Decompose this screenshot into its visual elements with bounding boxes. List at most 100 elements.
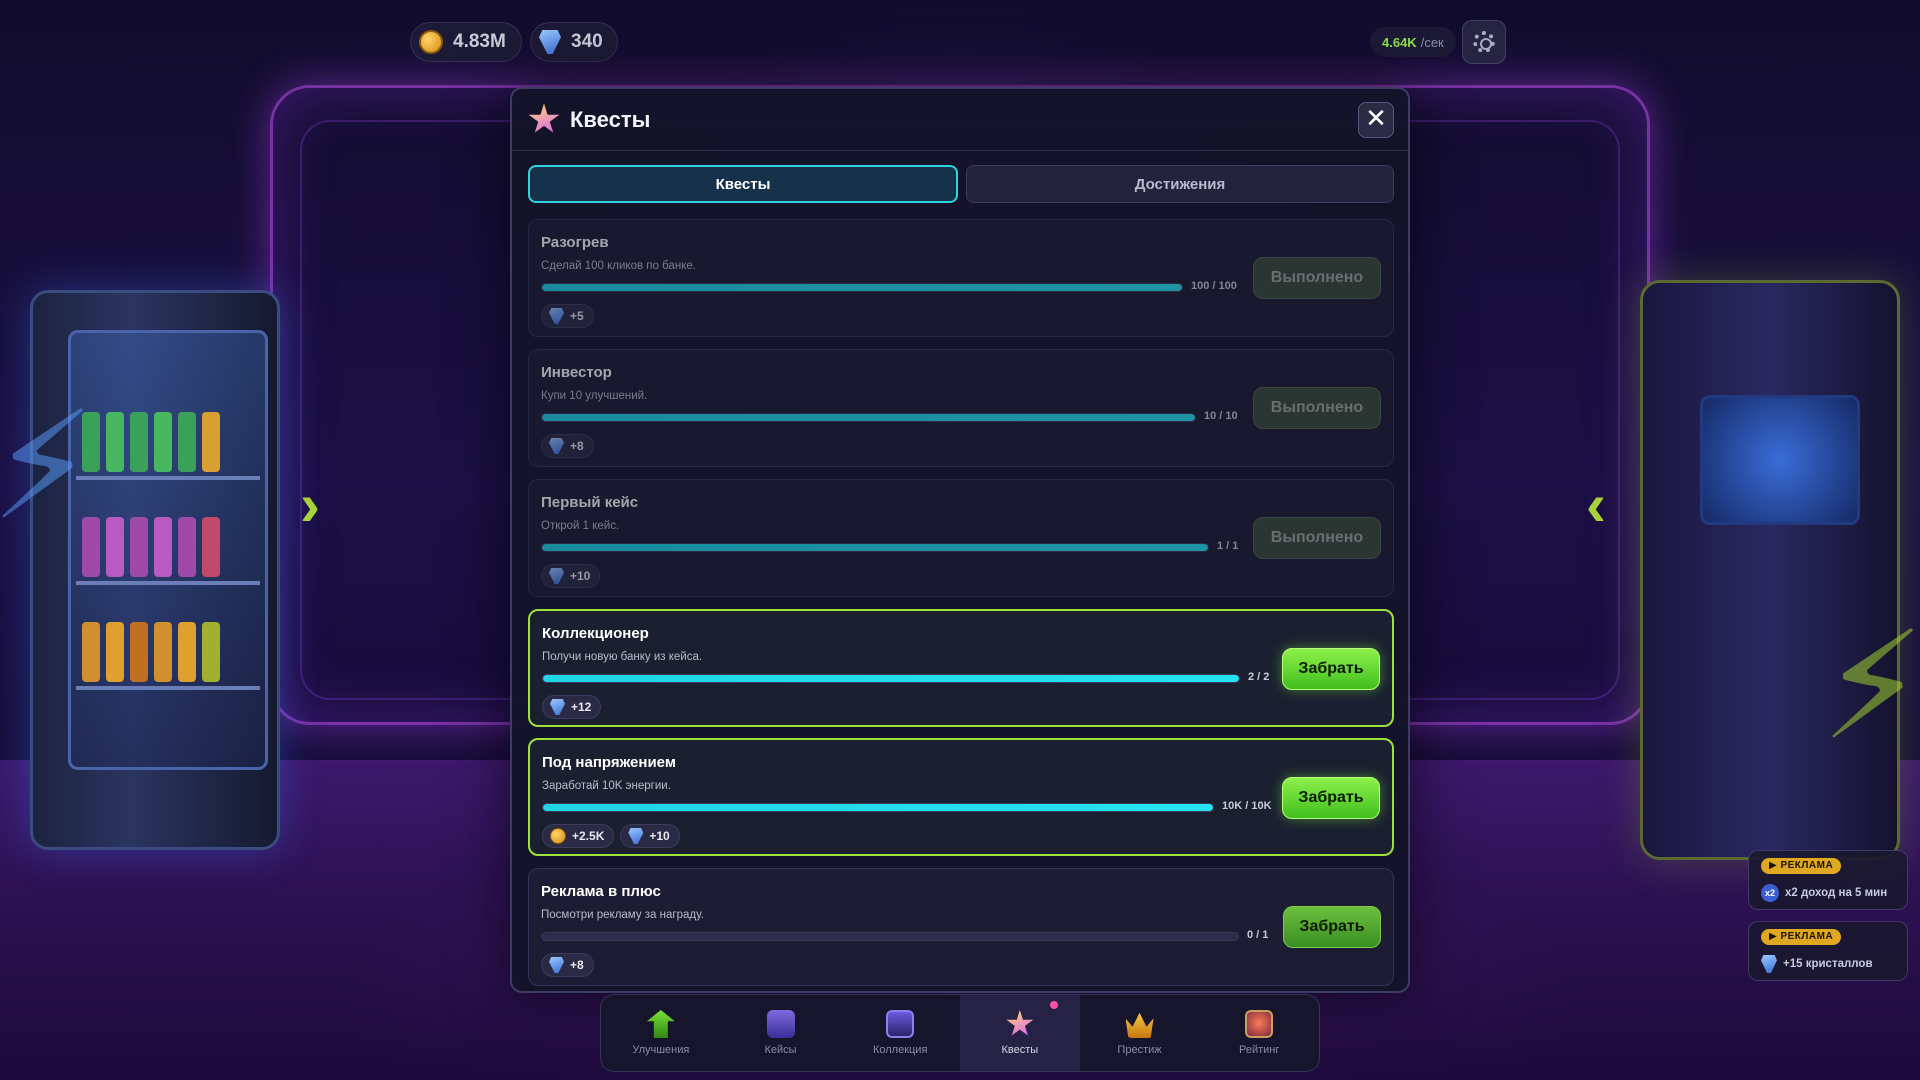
crystal-icon [549,308,564,324]
notification-dot [1049,1001,1058,1009]
claim-button[interactable]: Забрать [1282,648,1380,690]
lightning-icon: ⚡ [1820,602,1920,770]
quest-description: Купи 10 улучшений. [541,390,648,402]
nav-upgrades[interactable]: Улучшения [601,995,721,1071]
nav-prestige[interactable]: Престиж [1080,995,1200,1071]
fridge-shelf [76,505,260,585]
arcade-screen [1700,395,1860,525]
quest-progress-text: 2 / 2 [1248,671,1270,683]
quest-progress-fill [542,284,1182,291]
quest-rewards: +8 [541,434,594,458]
coins-counter: 4.83M [410,22,522,62]
crystals-counter: 340 [530,22,618,62]
crystal-icon [550,699,565,715]
claim-button[interactable]: Забрать [1282,777,1380,819]
ad-offer-double-income[interactable]: ▶ РЕКЛАМА x2 x2 доход на 5 мин [1748,850,1908,910]
quest-progress-bar [542,803,1214,812]
crystal-icon [549,568,564,584]
quests-modal: Квесты ✕ Квесты Достижения Разогрев Сдел… [510,87,1410,993]
tab-achievements[interactable]: Достижения [966,165,1394,203]
quest-rewards: +8 [541,953,594,977]
quest-progress-bar [542,674,1240,683]
chevron-left-icon: ‹ [1586,471,1606,538]
quest-description: Заработай 10K энергии. [542,780,671,792]
crown-icon [1125,1012,1154,1038]
modal-title: Квесты [570,106,651,132]
ad-text: x2 доход на 5 мин [1785,887,1888,899]
reward-amount: +12 [571,700,592,714]
nav-cases[interactable]: Кейсы [721,995,841,1071]
quest-card: Реклама в плюс Посмотри рекламу за награ… [528,868,1394,986]
quest-progress-fill [543,804,1213,811]
reward-amount: +2.5K [572,829,605,843]
quest-description: Сделай 100 кликов по банке. [541,260,696,272]
ad-offer-crystals[interactable]: ▶ РЕКЛАМА +15 кристаллов [1748,921,1908,981]
quest-progress-text: 10 / 10 [1204,410,1238,422]
fridge-shelf [76,400,260,480]
quest-card: Инвестор Купи 10 улучшений. 10 / 10 +8 В… [528,349,1394,467]
quest-card: Разогрев Сделай 100 кликов по банке. 100… [528,219,1394,337]
coin-icon [419,30,443,54]
reward-coins: +2.5K [542,824,615,848]
upgrade-arrow-icon [646,1010,675,1038]
modal-header: Квесты ✕ [512,89,1408,151]
tab-quests[interactable]: Квесты [528,165,958,203]
completed-button: Выполнено [1253,387,1381,429]
quest-rewards: +5 [541,304,594,328]
star-icon [1006,1010,1034,1036]
quest-progress-bar [541,413,1196,422]
medal-icon [1245,1010,1274,1038]
reward-crystals: +5 [541,304,594,328]
reward-amount: +8 [570,439,584,453]
claim-ad-button[interactable]: Забрать [1283,906,1381,948]
income-rate: 4.64K /сек [1370,27,1456,57]
quest-progress-fill [543,675,1239,682]
completed-button: Выполнено [1253,257,1381,299]
quest-progress-bar [541,932,1239,941]
quest-description: Получи новую банку из кейса. [542,651,703,663]
completed-button: Выполнено [1253,517,1381,559]
gear-icon [1473,31,1495,53]
ad-text: +15 кристаллов [1783,958,1873,970]
nav-label: Квесты [1001,1044,1039,1056]
quest-progress-text: 10K / 10K [1222,800,1272,812]
quest-title: Под напряжением [542,754,676,771]
reward-crystals: +12 [542,695,602,719]
nav-rating[interactable]: Рейтинг [1199,995,1319,1071]
quest-card: Под напряжением Заработай 10K энергии. 1… [528,738,1394,856]
nav-quests[interactable]: Квесты [960,995,1080,1071]
income-rate-value: 4.64K [1382,34,1417,50]
nav-collection[interactable]: Коллекция [840,995,960,1071]
nav-label: Рейтинг [1239,1044,1280,1056]
reward-crystals: +8 [541,434,594,458]
quest-card: Первый кейс Открой 1 кейс. 1 / 1 +10 Вып… [528,479,1394,597]
quest-title: Коллекционер [542,625,649,642]
reward-amount: +10 [570,569,591,583]
ad-badge: ▶ РЕКЛАМА [1761,858,1842,874]
coins-value: 4.83M [453,31,506,52]
x2-icon: x2 [1761,884,1779,902]
bottom-nav: Улучшения Кейсы Коллекция Квесты Престиж… [600,994,1320,1072]
case-icon [766,1010,795,1038]
close-button[interactable]: ✕ [1358,102,1394,138]
fridge-shelf [76,610,260,690]
quest-progress-text: 0 / 1 [1247,929,1269,941]
reward-amount: +10 [649,829,670,843]
quest-title: Инвестор [541,364,612,381]
reward-amount: +8 [570,958,584,972]
tab-bar: Квесты Достижения [528,165,1394,203]
quest-rewards: +12 [542,695,602,719]
quest-progress-fill [542,414,1195,421]
quest-card: Коллекционер Получи новую банку из кейса… [528,609,1394,727]
star-icon [528,103,560,133]
coin-icon [550,828,566,844]
quest-description: Открой 1 кейс. [541,520,620,532]
nav-label: Коллекция [872,1044,928,1056]
quest-title: Первый кейс [541,494,639,511]
crystal-icon [1761,955,1777,973]
crystal-icon [549,957,564,973]
nav-label: Престиж [1117,1044,1162,1056]
reward-crystals: +10 [541,564,601,588]
reward-amount: +5 [570,309,584,323]
settings-button[interactable] [1462,20,1506,64]
